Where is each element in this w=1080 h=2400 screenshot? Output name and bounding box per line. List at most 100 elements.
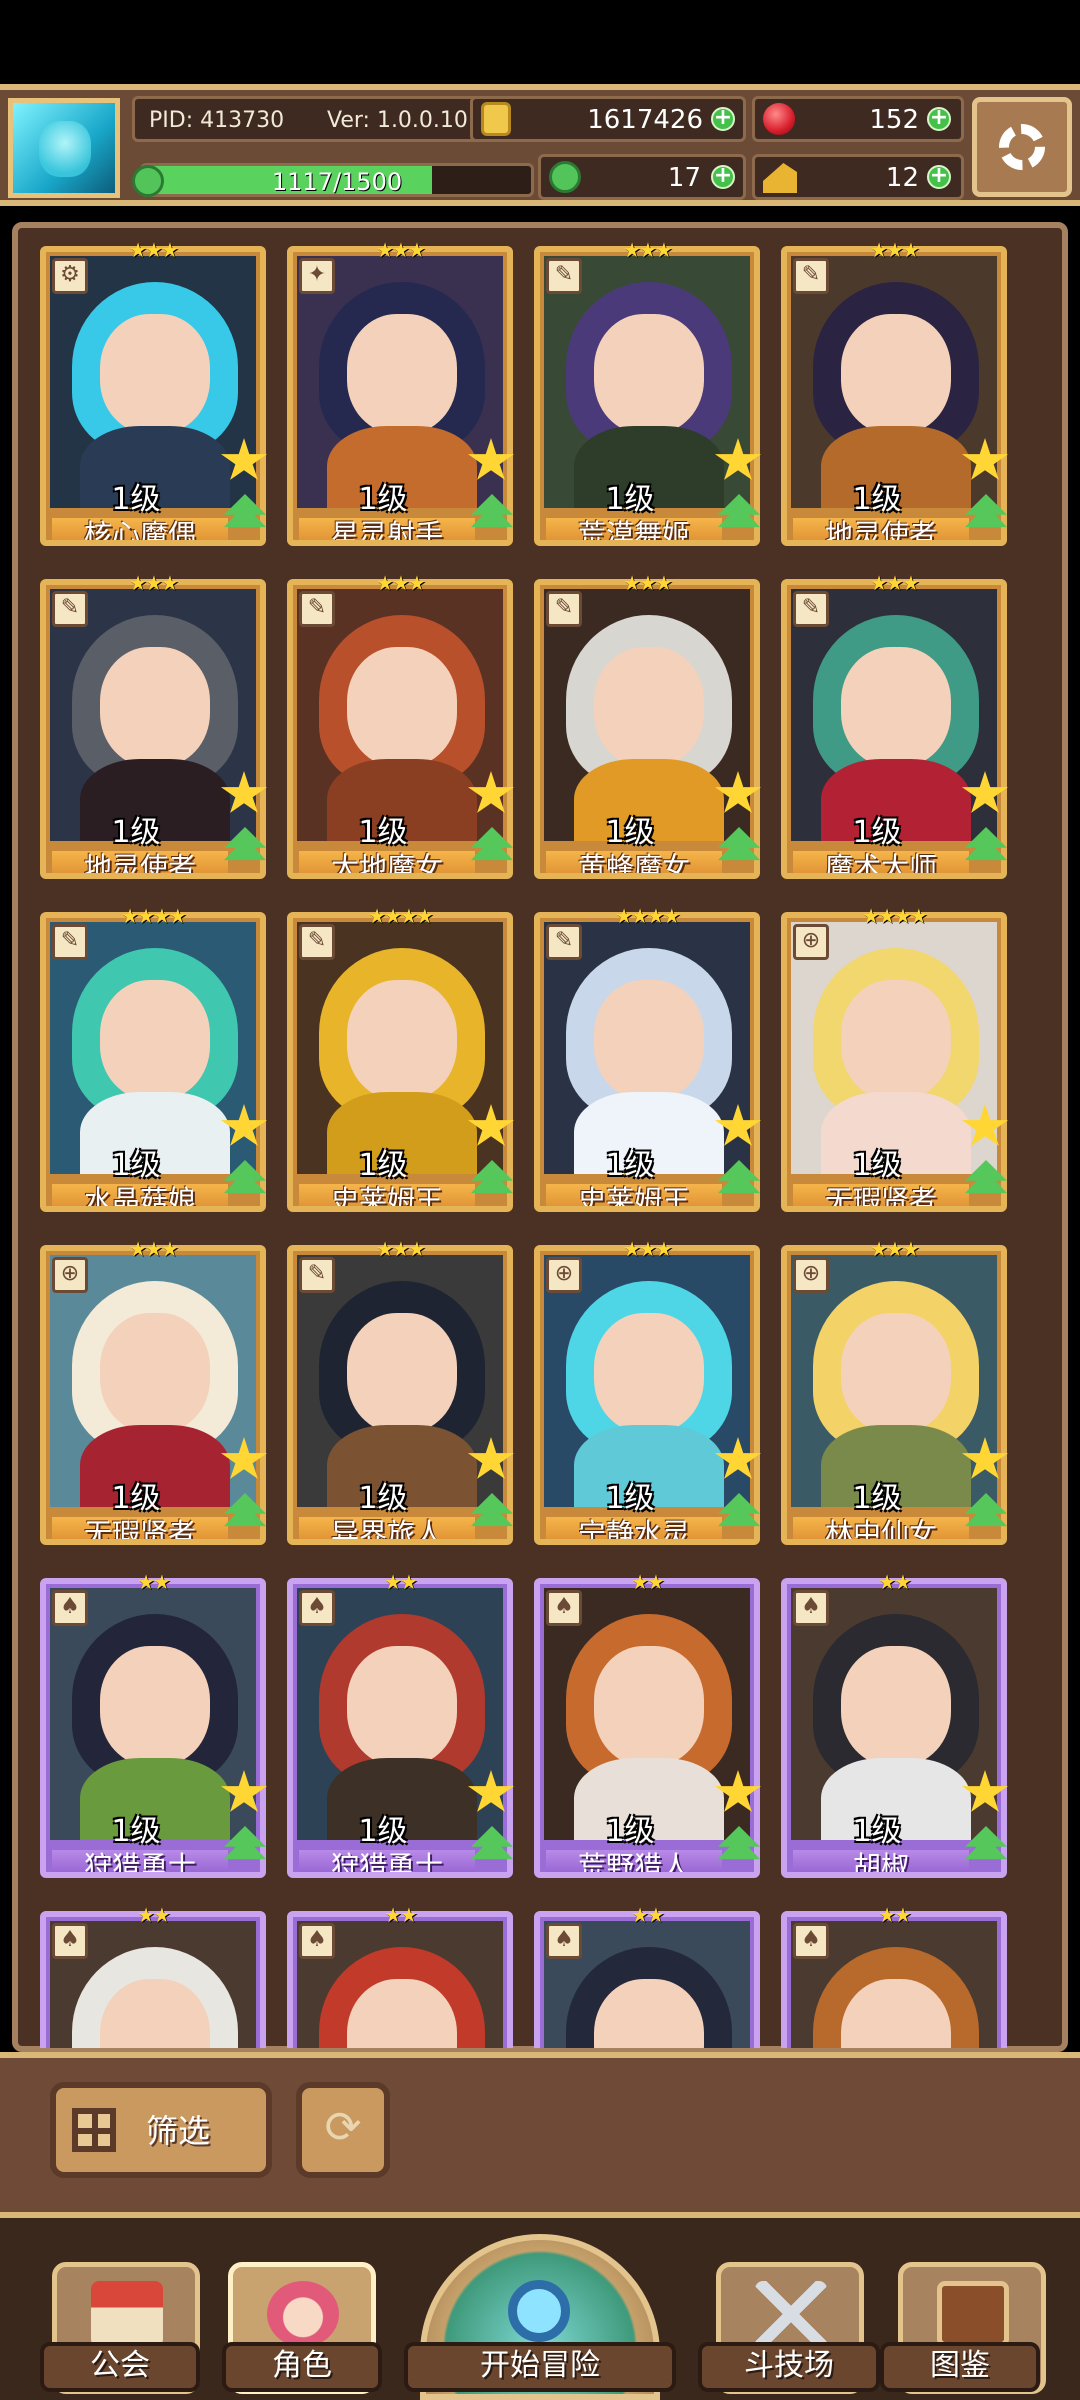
scepter-icon: ✎ <box>52 924 88 960</box>
character-card[interactable]: ♠ 1级 狩猎勇士 ★★ <box>287 1570 515 1880</box>
portrait-face <box>594 1646 704 1766</box>
nav-arena-label: 斗技场 <box>698 2342 880 2392</box>
card-frame: ♠ 1级 荒野猎人 <box>534 1578 760 1878</box>
filter-button[interactable]: 筛选 <box>50 2082 272 2178</box>
xp-text: 1117/1500 <box>271 168 403 196</box>
rarity-stars: ★★ <box>878 1570 912 1594</box>
character-card[interactable]: ⊕ 1级 林中仙女 ★★★ <box>781 1237 1009 1547</box>
character-card[interactable]: ✎ 1级 地灵使者 ★★★ <box>781 238 1009 548</box>
clover-icon <box>549 161 581 193</box>
level-text: 1级 <box>358 1814 408 1849</box>
card-frame: ♠ 1级 狩猎勇士 <box>287 1578 513 1878</box>
card-frame: ✎ 1级 史莱姆王 <box>534 912 760 1212</box>
gold-box[interactable]: 1617426 + <box>470 96 746 142</box>
character-name: 狩猎勇士 <box>299 1850 475 1872</box>
character-card[interactable]: ♠ 1级 狩猎勇士 ★★ <box>40 1570 268 1880</box>
scepter-icon: ✎ <box>299 924 335 960</box>
portrait-face <box>100 647 210 767</box>
cheese-amount: 12 <box>885 163 919 193</box>
rarity-stars: ★★★★ <box>615 904 681 928</box>
character-name: 林中仙女 <box>793 1517 969 1539</box>
gems-box[interactable]: 152 + <box>752 96 964 142</box>
character-card[interactable]: ✎ 1级 水晶菇娘 ★★★★ <box>40 904 268 1214</box>
level-text: 1级 <box>605 1481 655 1516</box>
rarity-stars: ★★★ <box>376 238 426 262</box>
character-name: 地灵使者 <box>793 518 969 540</box>
add-gold-icon[interactable]: + <box>711 107 735 131</box>
portrait-face <box>347 1646 457 1766</box>
portrait-face <box>841 1646 951 1766</box>
character-name: 星灵射手 <box>299 518 475 540</box>
portrait-face <box>841 980 951 1100</box>
nav-codex-label: 图鉴 <box>880 2342 1040 2392</box>
character-name: 水晶菇娘 <box>52 1184 228 1206</box>
scepter-icon: ✎ <box>546 591 582 627</box>
add-gems-icon[interactable]: + <box>927 107 951 131</box>
axe-icon: ♠ <box>546 1590 582 1626</box>
character-card[interactable]: ⊕ 1级 宁静水灵 ★★★ <box>534 1237 762 1547</box>
character-card[interactable]: ✎ 1级 大地魔女 ★★★ <box>287 571 515 881</box>
character-card[interactable]: ✎ 1级 史莱姆王 ★★★★ <box>534 904 762 1214</box>
xp-bar: 1117/1500 <box>140 163 534 197</box>
level-text: 1级 <box>852 815 902 850</box>
character-card[interactable]: ♠ ★★ <box>534 1903 760 2048</box>
portrait-face <box>347 647 457 767</box>
character-card[interactable]: ⊕ 1级 无瑕贤者 ★★★★ <box>781 904 1009 1214</box>
clover-amount: 17 <box>667 163 701 193</box>
card-frame: ✎ 1级 魔术大师 <box>781 579 1007 879</box>
rarity-stars: ★★★★ <box>368 904 434 928</box>
character-grid[interactable]: ⚙ 1级 核心魔偶 ★★★ ✦ 1级 星灵射手 ★★★ ✎ 1级 荒漠舞姬 ★★★ ✎ 1级 地灵使者 ★★★… <box>40 238 1040 2048</box>
add-cheese-icon[interactable]: + <box>927 165 951 189</box>
portrait-face <box>594 1313 704 1433</box>
portrait-face <box>347 980 457 1100</box>
character-card[interactable]: ✦ 1级 星灵射手 ★★★ <box>287 238 515 548</box>
scepter-icon: ✎ <box>299 1257 335 1293</box>
character-card[interactable]: ♠ 1级 胡椒 ★★ <box>781 1570 1009 1880</box>
rarity-stars: ★★★★ <box>862 904 928 928</box>
clover-box[interactable]: 17 + <box>538 154 746 200</box>
character-card[interactable]: ♠ 1级 荒野猎人 ★★ <box>534 1570 762 1880</box>
character-card[interactable]: ⚙ 1级 核心魔偶 ★★★ <box>40 238 268 548</box>
character-name: 黄蜂魔女 <box>546 851 722 873</box>
red-gem-icon <box>763 103 795 135</box>
player-avatar-icon[interactable] <box>8 98 120 198</box>
cheese-box[interactable]: 12 + <box>752 154 964 200</box>
shield-icon: ⊕ <box>546 1257 582 1293</box>
card-frame: ✎ 1级 地灵使者 <box>40 579 266 879</box>
character-card[interactable]: ✎ 1级 异界旅人 ★★★ <box>287 1237 515 1547</box>
character-card[interactable]: ✎ 1级 黄蜂魔女 ★★★ <box>534 571 762 881</box>
portrait-face <box>100 1313 210 1433</box>
character-name: 核心魔偶 <box>52 518 228 540</box>
status-bar-area <box>0 0 1080 84</box>
filter-label: 筛选 <box>146 2112 211 2150</box>
character-card[interactable]: ♠ ★★ <box>781 1903 1007 2048</box>
character-name: 异界旅人 <box>299 1517 475 1539</box>
card-frame: ✎ 1级 史莱姆王 <box>287 912 513 1212</box>
axe-icon: ♠ <box>793 1590 829 1626</box>
scepter-icon: ✎ <box>793 258 829 294</box>
character-card[interactable]: ✎ 1级 荒漠舞姬 ★★★ <box>534 238 762 548</box>
character-card[interactable]: ✎ 1级 地灵使者 ★★★ <box>40 571 268 881</box>
scepter-icon: ✎ <box>793 591 829 627</box>
card-frame: ✎ 1级 荒漠舞姬 <box>534 246 760 546</box>
refresh-icon[interactable]: ⟳ <box>296 2082 390 2178</box>
axe-icon: ♠ <box>299 1590 335 1626</box>
character-card[interactable]: ♠ ★★ <box>287 1903 513 2048</box>
character-card[interactable]: ✎ 1级 史莱姆王 ★★★★ <box>287 904 515 1214</box>
portrait-face <box>100 314 210 434</box>
magnifier-icon <box>508 2280 570 2342</box>
character-name: 无瑕贤者 <box>793 1184 969 1206</box>
add-clover-icon[interactable]: + <box>711 165 735 189</box>
character-name: 大地魔女 <box>299 851 475 873</box>
card-frame: ✎ 1级 异界旅人 <box>287 1245 513 1545</box>
character-card[interactable]: ♠ ★★ <box>40 1903 266 2048</box>
gear-icon[interactable] <box>972 97 1072 197</box>
character-card[interactable]: ✎ 1级 魔术大师 ★★★ <box>781 571 1009 881</box>
level-text: 1级 <box>605 815 655 850</box>
rarity-stars: ★★★ <box>870 238 920 262</box>
adventure-label: 开始冒险 <box>404 2342 676 2392</box>
character-card[interactable]: ⊕ 1级 无瑕贤者 ★★★ <box>40 1237 268 1547</box>
level-text: 1级 <box>358 815 408 850</box>
axe-icon: ♠ <box>546 1923 582 1959</box>
character-name: 荒漠舞姬 <box>546 518 722 540</box>
